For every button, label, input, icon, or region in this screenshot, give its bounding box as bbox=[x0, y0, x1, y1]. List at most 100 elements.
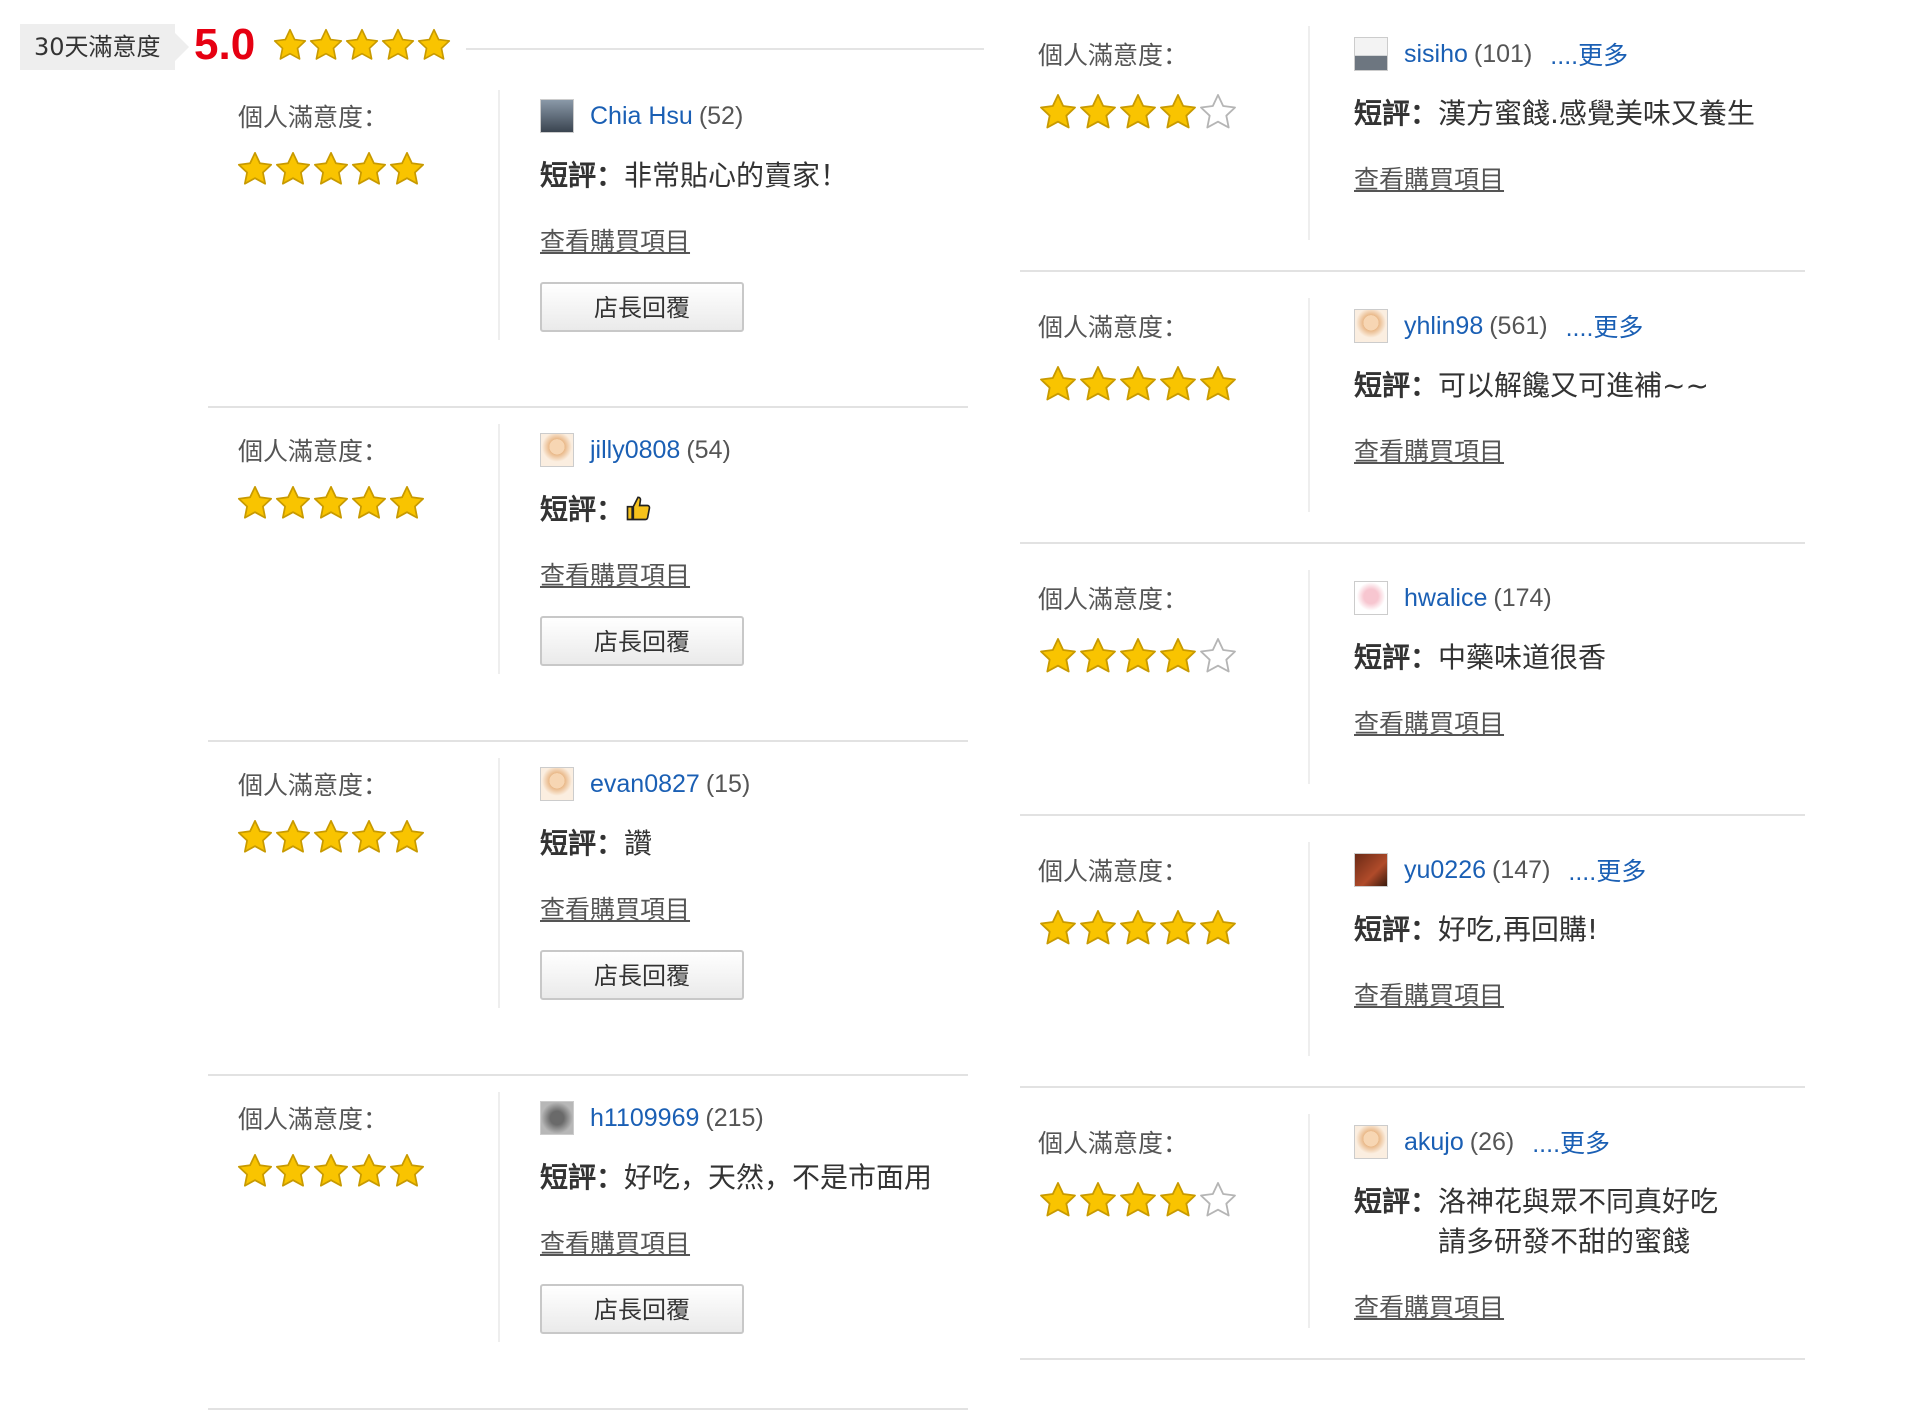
avatar[interactable] bbox=[540, 1101, 574, 1135]
star-filled-icon bbox=[1040, 1182, 1076, 1217]
reviewer-info: Chia Hsu (52) bbox=[540, 98, 960, 134]
review-item: 個人滿意度： jilly0808 (54) 短評： 查看購買項目 店長回覆 bbox=[208, 408, 968, 742]
comment-text: 好吃,再回購! bbox=[1438, 913, 1599, 946]
more-link[interactable]: ....更多 bbox=[1568, 852, 1646, 888]
view-purchased-items-link[interactable]: 查看購買項目 bbox=[540, 890, 960, 926]
comment-prefix: 短評： bbox=[1354, 369, 1439, 402]
more-link[interactable]: ....更多 bbox=[1550, 36, 1628, 72]
avatar[interactable] bbox=[540, 99, 574, 133]
reviewer-username-link[interactable]: yhlin98 bbox=[1404, 312, 1483, 341]
star-filled-icon bbox=[237, 151, 273, 185]
owner-reply-button[interactable]: 店長回覆 bbox=[540, 950, 744, 1000]
comment-prefix: 短評： bbox=[1354, 913, 1439, 946]
short-comment: 短評：好吃,再回購! bbox=[1354, 910, 1794, 950]
view-purchased-items-link[interactable]: 查看購買項目 bbox=[540, 556, 960, 592]
star-filled-icon bbox=[1120, 1182, 1156, 1217]
more-link[interactable]: ....更多 bbox=[1532, 1124, 1610, 1160]
reviewer-info: hwalice (174) bbox=[1354, 580, 1794, 616]
review-item: 個人滿意度： sisiho (101) ....更多 短評：漢方蜜餞.感覺美味又養生 查看… bbox=[1020, 0, 1805, 272]
star-filled-icon bbox=[1160, 1182, 1196, 1217]
review-body: hwalice (174) 短評：中藥味道很香 查看購買項目 bbox=[1354, 580, 1794, 740]
reviewer-info: jilly0808 (54) bbox=[540, 432, 960, 468]
reviewer-username-link[interactable]: evan0827 bbox=[590, 770, 700, 799]
avatar[interactable] bbox=[1354, 309, 1388, 343]
star-filled-icon bbox=[1120, 366, 1156, 401]
owner-reply-button[interactable]: 店長回覆 bbox=[540, 282, 744, 332]
owner-reply-button[interactable]: 店長回覆 bbox=[540, 616, 744, 666]
avatar[interactable] bbox=[540, 433, 574, 467]
view-purchased-items-link[interactable]: 查看購買項目 bbox=[1354, 976, 1794, 1012]
star-empty-icon bbox=[1200, 1182, 1236, 1217]
reviewer-username-link[interactable]: yu0226 bbox=[1404, 856, 1486, 885]
star-filled-icon bbox=[237, 1153, 273, 1187]
star-filled-icon bbox=[1040, 366, 1076, 401]
rating-stars bbox=[1038, 636, 1238, 676]
reviewer-score-count: (215) bbox=[705, 1103, 764, 1132]
rating-stars bbox=[1038, 364, 1238, 404]
reviewer-username-link[interactable]: hwalice bbox=[1404, 584, 1487, 613]
reviewer-score-count: (26) bbox=[1469, 1127, 1515, 1156]
rating-stars bbox=[272, 27, 452, 63]
star-filled-icon bbox=[351, 819, 387, 853]
reviewer-username-link[interactable]: akujo bbox=[1404, 1128, 1464, 1157]
reviewer-username-link[interactable]: Chia Hsu bbox=[590, 102, 693, 131]
star-filled-icon bbox=[389, 1153, 425, 1187]
view-purchased-items-link[interactable]: 查看購買項目 bbox=[1354, 160, 1794, 196]
overall-score: 5.0 bbox=[194, 20, 256, 69]
star-filled-icon bbox=[237, 819, 273, 853]
reviewer-score-count: (561) bbox=[1489, 311, 1548, 340]
comment-prefix: 短評： bbox=[1354, 1185, 1439, 1218]
satisfaction-label: 個人滿意度： bbox=[238, 771, 389, 800]
reviewer-score-count: (52) bbox=[698, 101, 744, 130]
vertical-divider bbox=[1308, 842, 1310, 1056]
comment-text: 中藥味道很香 bbox=[1438, 641, 1607, 674]
review-item: 個人滿意度： yu0226 (147) ....更多 短評：好吃,再回購! 查看購買項目 bbox=[1020, 816, 1805, 1088]
short-comment: 短評： bbox=[540, 490, 960, 530]
vertical-divider bbox=[1308, 26, 1310, 240]
owner-reply-button[interactable]: 店長回覆 bbox=[540, 1284, 744, 1334]
star-empty-icon bbox=[1200, 94, 1236, 129]
rating-stars bbox=[1038, 92, 1238, 132]
short-comment: 短評：好吃，天然，不是市面用 bbox=[540, 1158, 960, 1198]
reviewer-username-link[interactable]: h1109969 bbox=[590, 1104, 699, 1133]
vertical-divider bbox=[1308, 570, 1310, 784]
avatar[interactable] bbox=[1354, 1125, 1388, 1159]
view-purchased-items-link[interactable]: 查看購買項目 bbox=[1354, 704, 1794, 740]
comment-text: 洛神花與眾不同真好吃 bbox=[1438, 1185, 1719, 1218]
view-purchased-items-link[interactable]: 查看購買項目 bbox=[540, 1224, 960, 1260]
reviewer-score-count: (101) bbox=[1473, 39, 1533, 68]
short-comment: 短評：讚 bbox=[540, 824, 960, 864]
reviewer-username-link[interactable]: jilly0808 bbox=[590, 436, 680, 465]
reviewer-username-link[interactable]: sisiho bbox=[1404, 40, 1468, 69]
avatar[interactable] bbox=[1354, 37, 1388, 71]
reviewer-score-count: (147) bbox=[1492, 855, 1551, 884]
review-item: 個人滿意度： evan0827 (15) 短評：讚 查看購買項目 店長回覆 bbox=[208, 742, 968, 1076]
more-link[interactable]: ....更多 bbox=[1566, 308, 1644, 344]
star-filled-icon bbox=[1120, 910, 1156, 945]
star-filled-icon bbox=[275, 151, 311, 185]
short-comment: 短評：可以解饞又可進補~~ bbox=[1354, 366, 1794, 406]
satisfaction-label: 個人滿意度： bbox=[1038, 1129, 1189, 1158]
review-item: 個人滿意度： Chia Hsu (52) 短評：非常貼心的賣家！ 查看購買項目 店長回覆 bbox=[208, 74, 968, 408]
review-item: 個人滿意度： akujo (26) ....更多短評：洛神花與眾不同真好吃 請多研發不甜… bbox=[1020, 1088, 1805, 1360]
star-filled-icon bbox=[275, 819, 311, 853]
star-filled-icon bbox=[1160, 94, 1196, 129]
star-filled-icon bbox=[1040, 910, 1076, 945]
rating-stars bbox=[236, 818, 426, 856]
star-filled-icon bbox=[237, 485, 273, 519]
view-purchased-items-link[interactable]: 查看購買項目 bbox=[1354, 432, 1794, 468]
vertical-divider bbox=[498, 1092, 500, 1342]
avatar[interactable] bbox=[1354, 581, 1388, 615]
star-filled-icon bbox=[1160, 910, 1196, 945]
header-divider bbox=[466, 48, 984, 50]
view-purchased-items-link[interactable]: 查看購買項目 bbox=[1354, 1288, 1794, 1324]
comment-text-line2: 請多研發不甜的蜜餞 bbox=[1438, 1225, 1691, 1258]
vertical-divider bbox=[498, 758, 500, 1008]
view-purchased-items-link[interactable]: 查看購買項目 bbox=[540, 222, 960, 258]
thumbs-up-icon bbox=[626, 496, 651, 521]
avatar[interactable] bbox=[1354, 853, 1388, 887]
avatar[interactable] bbox=[540, 767, 574, 801]
rating-stars bbox=[236, 150, 426, 188]
star-filled-icon bbox=[1160, 366, 1196, 401]
reviewer-info: h1109969 (215) bbox=[540, 1100, 960, 1136]
